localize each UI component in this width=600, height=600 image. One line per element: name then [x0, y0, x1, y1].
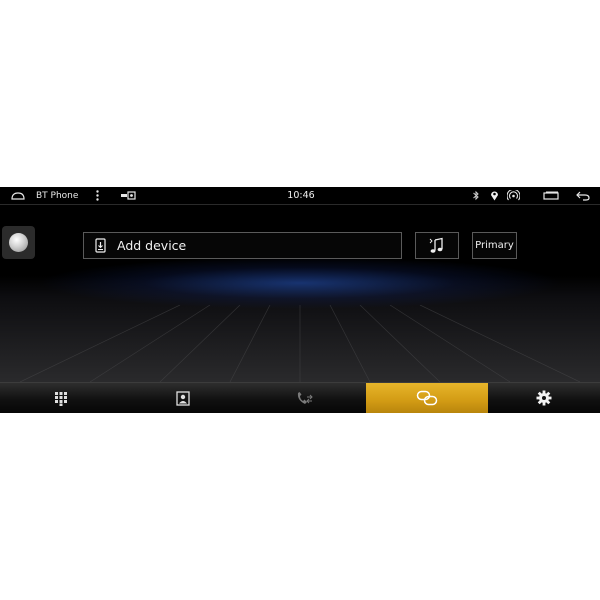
signal-icon — [507, 187, 520, 204]
window-icon[interactable] — [543, 187, 559, 204]
phone-download-icon — [95, 238, 109, 253]
add-device-button[interactable]: Add device — [83, 232, 402, 259]
back-icon[interactable] — [576, 187, 590, 204]
overflow-menu-icon[interactable] — [94, 187, 100, 204]
assistive-touch-icon — [9, 233, 28, 252]
app-title: BT Phone — [36, 190, 79, 201]
clock: 10:46 — [287, 190, 315, 201]
bluetooth-icon — [472, 187, 482, 204]
link-icon — [416, 390, 438, 406]
status-bar: BT Phone 10:46 — [0, 187, 600, 204]
bottom-nav — [0, 382, 600, 413]
gear-icon — [536, 390, 552, 406]
contacts-icon — [176, 390, 190, 406]
music-note-icon — [429, 237, 443, 253]
nav-contacts[interactable] — [122, 383, 244, 413]
head-unit-screen: BT Phone 10:46 Add device Primary — [0, 187, 600, 413]
nav-dialpad[interactable] — [0, 383, 122, 413]
add-device-label: Add device — [117, 238, 187, 253]
primary-button[interactable]: Primary — [472, 232, 517, 259]
assistive-touch-button[interactable] — [2, 226, 35, 259]
main-area: Add device Primary — [0, 205, 600, 382]
usb-icon — [120, 187, 136, 204]
nav-calllog[interactable] — [244, 383, 366, 413]
dialpad-icon — [55, 391, 67, 406]
location-icon — [490, 187, 500, 204]
home-icon[interactable] — [11, 187, 25, 204]
nav-settings[interactable] — [488, 383, 600, 413]
floor-perspective-lines — [19, 305, 581, 382]
nav-pairing[interactable] — [366, 383, 488, 413]
bt-music-button[interactable] — [415, 232, 459, 259]
call-log-icon — [297, 391, 313, 404]
